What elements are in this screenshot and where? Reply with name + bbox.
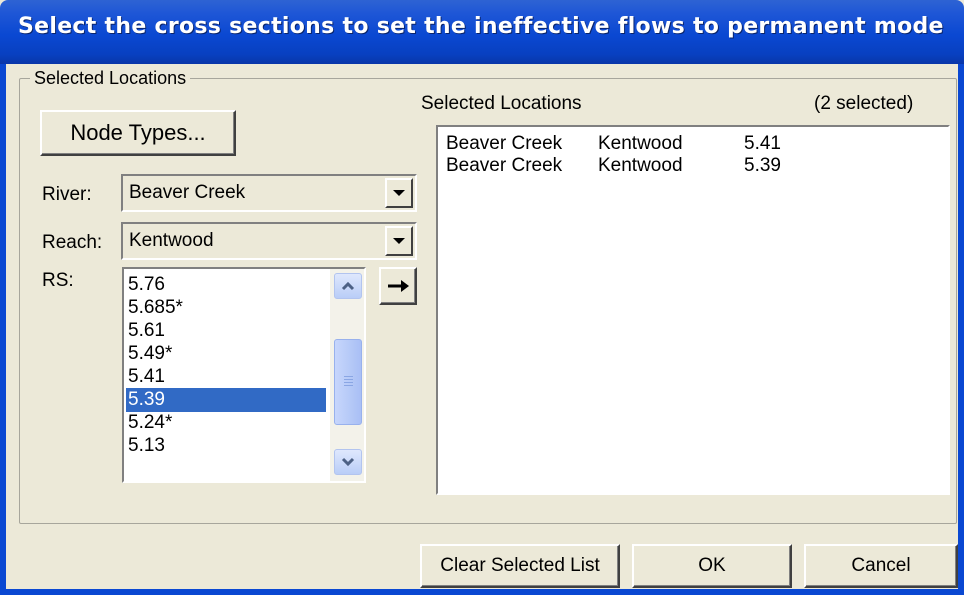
group-legend: Selected Locations — [30, 64, 191, 92]
scroll-down-icon[interactable] — [334, 449, 362, 475]
rs-item-selected[interactable]: 5.39 — [126, 388, 326, 412]
rs-item[interactable]: 5.24* — [126, 411, 328, 435]
window-frame-bottom — [0, 589, 964, 595]
row-river: Beaver Creek — [446, 155, 563, 176]
rs-item[interactable]: 5.49* — [126, 342, 328, 366]
river-value: Beaver Creek — [129, 182, 246, 203]
rs-item[interactable]: 5.61 — [126, 319, 328, 343]
window-frame-left — [0, 64, 6, 595]
reach-value: Kentwood — [129, 230, 214, 251]
title-bar: Select the cross sections to set the ine… — [0, 0, 964, 64]
row-rs: 5.39 — [744, 155, 781, 176]
row-reach: Kentwood — [598, 133, 683, 154]
right-arrow-icon — [388, 280, 409, 292]
reach-label: Reach: — [42, 232, 103, 253]
rs-listbox[interactable]: 5.76 5.685* 5.61 5.49* 5.41 5.39 5.24* 5… — [122, 267, 366, 483]
rs-item[interactable]: 5.13 — [126, 434, 328, 458]
row-river: Beaver Creek — [446, 133, 563, 154]
add-to-list-button[interactable] — [379, 267, 417, 305]
node-types-button[interactable]: Node Types... — [40, 110, 236, 156]
chevron-down-icon[interactable] — [385, 178, 413, 208]
selected-locations-listbox[interactable]: Beaver Creek Kentwood 5.41 Beaver Creek … — [436, 125, 950, 495]
row-reach: Kentwood — [598, 155, 683, 176]
clear-selected-list-button[interactable]: Clear Selected List — [420, 544, 620, 588]
list-item[interactable]: Beaver Creek Kentwood 5.41 — [438, 133, 948, 157]
chevron-down-icon[interactable] — [385, 226, 413, 256]
rs-item[interactable]: 5.685* — [126, 296, 328, 320]
rs-scrollbar[interactable] — [330, 269, 364, 481]
river-label: River: — [42, 184, 92, 205]
list-item[interactable]: Beaver Creek Kentwood 5.39 — [438, 155, 948, 179]
rs-item[interactable]: 5.76 — [126, 273, 328, 297]
window-title: Select the cross sections to set the ine… — [18, 14, 944, 39]
row-rs: 5.41 — [744, 133, 781, 154]
river-select[interactable]: Beaver Creek — [121, 174, 417, 212]
window-frame-right — [958, 64, 964, 595]
reach-select[interactable]: Kentwood — [121, 222, 417, 260]
rs-item[interactable]: 5.41 — [126, 365, 328, 389]
rs-label: RS: — [42, 270, 74, 291]
ok-button[interactable]: OK — [632, 544, 792, 588]
scroll-up-icon[interactable] — [334, 273, 362, 299]
selected-locations-header: Selected Locations — [421, 93, 582, 114]
cancel-button[interactable]: Cancel — [804, 544, 958, 588]
selected-count: (2 selected) — [814, 93, 914, 114]
scrollbar-thumb[interactable] — [334, 339, 362, 425]
